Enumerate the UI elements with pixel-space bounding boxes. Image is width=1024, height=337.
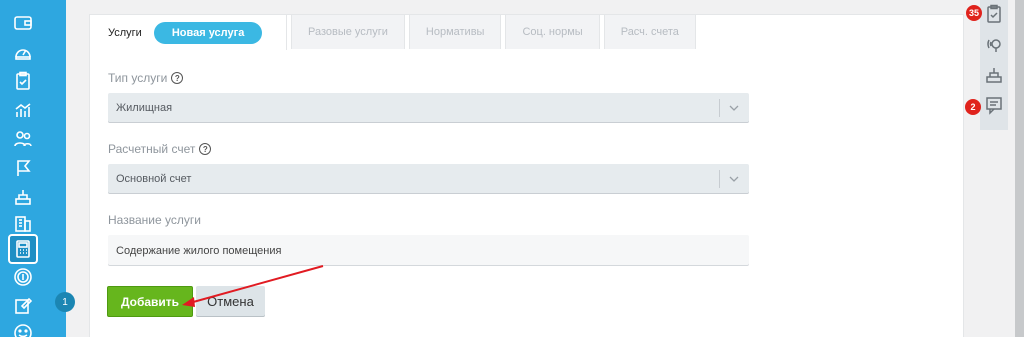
service-type-label: Тип услуги [108, 71, 168, 85]
chevron-down-icon [729, 176, 739, 182]
payment-icon[interactable] [12, 266, 34, 288]
meter-icon[interactable] [12, 41, 34, 63]
account-value: Основной счет [116, 173, 192, 185]
new-service-button[interactable]: Новая услуга [153, 21, 263, 44]
add-button[interactable]: Добавить [107, 286, 193, 317]
inbox-tray-icon[interactable] [984, 65, 1004, 85]
service-type-value: Жилищная [116, 102, 173, 114]
name-label-row: Название услуги [108, 213, 201, 227]
page-scrollbar[interactable] [1015, 0, 1024, 337]
step-badge: 1 [55, 292, 75, 312]
tasks-badge: 35 [966, 5, 983, 21]
select-separator [719, 170, 720, 188]
help-icon[interactable]: ? [199, 143, 212, 155]
tab-social-norms[interactable]: Соц. нормы [505, 14, 600, 49]
messages-badge: 2 [965, 99, 981, 115]
service-name-input[interactable]: Содержание жилого помещения [108, 235, 749, 266]
tasks-icon[interactable] [984, 4, 1004, 24]
account-label: Расчетный счет [108, 142, 196, 156]
chat-icon[interactable] [984, 95, 1004, 115]
calculator-icon[interactable] [8, 234, 38, 264]
building-icon[interactable] [12, 212, 34, 234]
tab-services[interactable]: Услуги Новая услуга [89, 14, 287, 50]
clipboard-check-icon[interactable] [12, 70, 34, 92]
flag-icon[interactable] [12, 157, 34, 179]
tab-one-time-services[interactable]: Разовые услуги [291, 14, 405, 49]
tab-bar: Услуги Новая услуга Разовые услуги Норма… [89, 14, 700, 50]
service-name-value: Содержание жилого помещения [116, 244, 282, 257]
broadcast-icon[interactable] [984, 34, 1004, 54]
tab-accounts[interactable]: Расч. счета [603, 14, 696, 49]
tab-standards[interactable]: Нормативы [408, 14, 502, 49]
inbox-icon[interactable] [12, 186, 34, 208]
chevron-down-icon [729, 105, 739, 111]
service-name-label: Название услуги [108, 213, 201, 227]
users-icon[interactable] [12, 128, 34, 150]
tab-services-label: Услуги [108, 26, 142, 39]
smile-icon[interactable] [12, 322, 34, 337]
app-root: 1 Услуги Новая услуга Разовые услуги Нор… [0, 0, 1024, 337]
account-select[interactable]: Основной счет [108, 164, 749, 194]
left-sidebar [0, 0, 66, 337]
wallet-icon[interactable] [12, 12, 34, 34]
cancel-button[interactable]: Отмена [196, 286, 265, 317]
edit-icon[interactable] [12, 295, 34, 317]
service-type-select[interactable]: Жилищная [108, 93, 749, 123]
chart-icon[interactable] [12, 99, 34, 121]
help-icon[interactable]: ? [171, 72, 184, 84]
service-type-label-row: Тип услуги ? [108, 71, 184, 85]
select-separator [719, 99, 720, 117]
account-label-row: Расчетный счет ? [108, 142, 212, 156]
